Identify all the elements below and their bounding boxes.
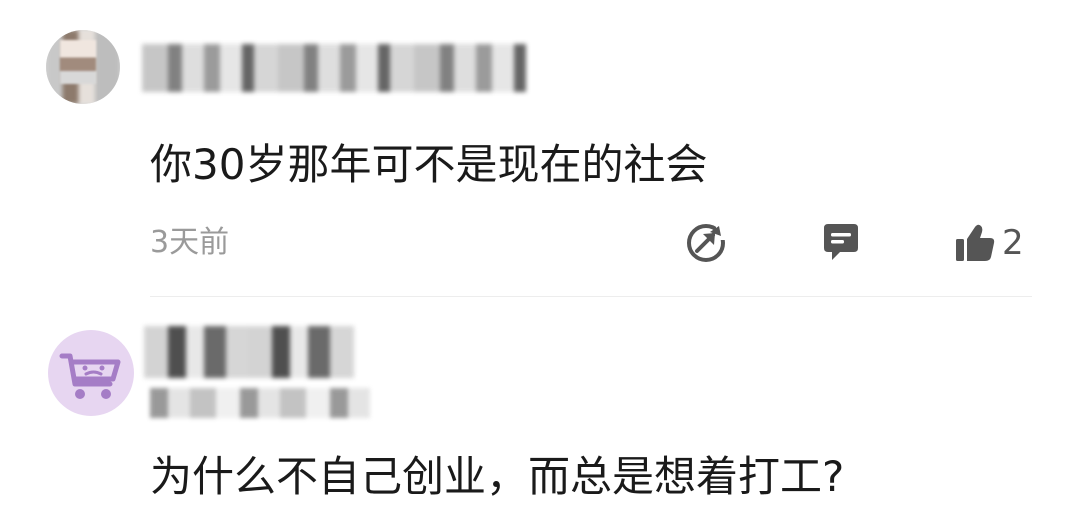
reply-icon (824, 224, 858, 260)
avatar-image-detail (60, 40, 96, 84)
comment-text: 你30岁那年可不是现在的社会 (150, 140, 708, 189)
comment-list: 你30岁那年可不是现在的社会 3天前 2 为什么不自己创业，而总是想着打工? (0, 0, 1080, 528)
username-blurred[interactable] (142, 44, 526, 92)
divider (150, 296, 1032, 297)
like-count: 2 (1002, 223, 1024, 263)
comment-timestamp: 3天前 (150, 225, 230, 260)
thumbs-up-icon (956, 224, 995, 261)
avatar[interactable] (46, 30, 120, 104)
avatar[interactable] (48, 330, 134, 416)
user-subtitle-blurred (150, 388, 370, 418)
shopping-cart-icon (59, 353, 121, 399)
share-button[interactable] (686, 222, 728, 264)
comment-text: 为什么不自己创业，而总是想着打工? (150, 452, 845, 501)
username-blurred[interactable] (144, 326, 354, 378)
reply-button[interactable] (820, 222, 862, 264)
like-button[interactable]: 2 (954, 220, 1024, 266)
share-icon (687, 224, 728, 262)
